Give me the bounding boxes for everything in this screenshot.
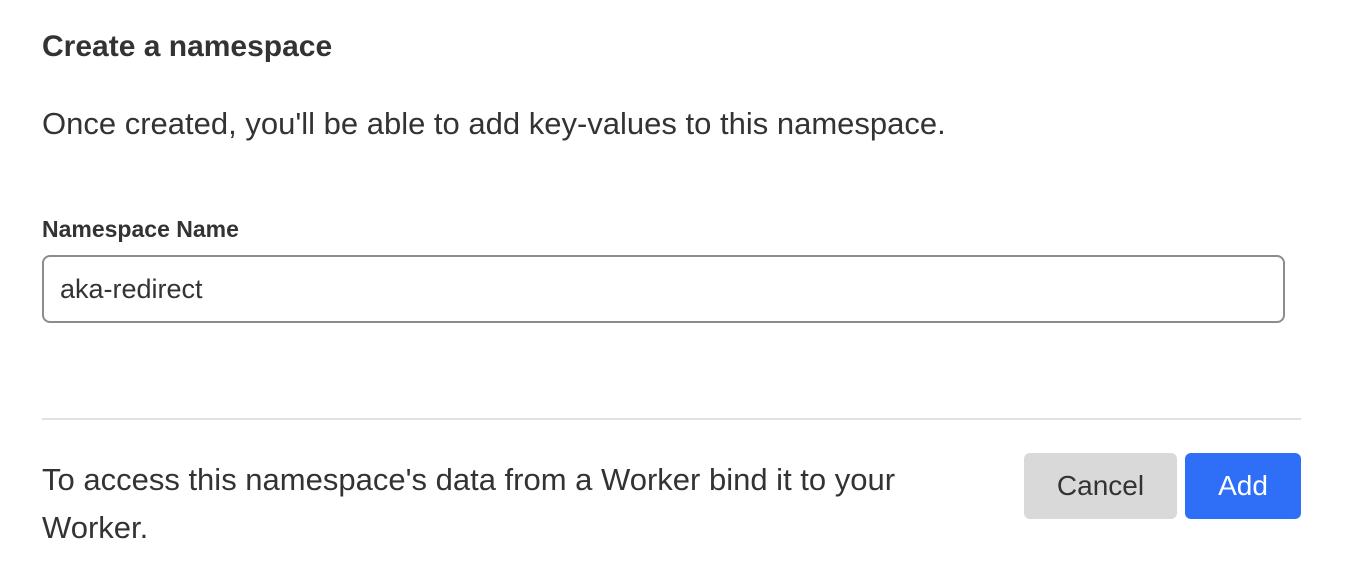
worker-binding-info: To access this namespace's data from a W…	[42, 462, 896, 545]
create-namespace-dialog: Create a namespace Once created, you'll …	[0, 0, 1346, 572]
dialog-title: Create a namespace	[42, 30, 333, 63]
footer-divider	[42, 418, 1301, 420]
namespace-name-input[interactable]	[42, 255, 1285, 323]
dialog-description: Once created, you'll be able to add key-…	[42, 106, 946, 141]
namespace-name-label: Namespace Name	[42, 216, 239, 242]
add-button[interactable]: Add	[1185, 453, 1301, 519]
cancel-button[interactable]: Cancel	[1024, 453, 1177, 519]
